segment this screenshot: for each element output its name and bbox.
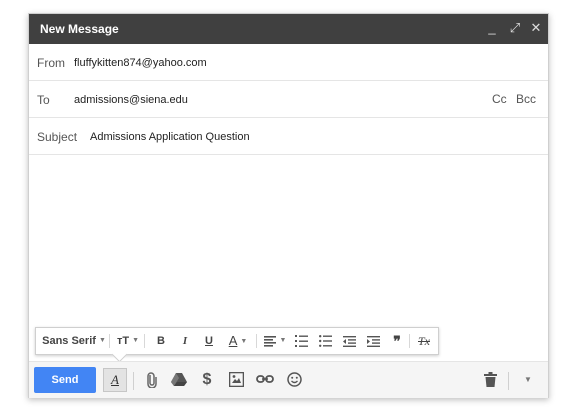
formatting-options-button[interactable]: A [103, 368, 127, 392]
to-label: To [37, 93, 50, 107]
dollar-icon: $ [202, 371, 212, 388]
from-label: From [37, 56, 65, 70]
photo-icon [228, 372, 244, 387]
formatting-toolbar: Sans Serif ▼ тT ▼ B I U A ▼ ▼ ❞ Tx [35, 327, 439, 363]
underline-button[interactable]: U [200, 328, 218, 354]
compose-titlebar[interactable]: New Message _ ⤢ ✕ [29, 14, 548, 44]
drive-icon [171, 373, 187, 386]
link-icon [256, 375, 274, 383]
chevron-down-icon: ▼ [240, 338, 248, 346]
insert-drive-file-button[interactable] [169, 369, 189, 391]
toolbar-divider [109, 334, 110, 348]
decrease-indent-button[interactable] [340, 328, 358, 354]
footer-divider [133, 372, 134, 390]
bcc-link[interactable]: Bcc [516, 92, 536, 106]
toolbar-divider [409, 334, 410, 348]
cc-link[interactable]: Cc [492, 92, 507, 106]
message-body[interactable] [29, 155, 548, 327]
insert-photo-button[interactable] [226, 369, 246, 391]
send-money-button[interactable]: $ [197, 369, 217, 391]
send-button[interactable]: Send [34, 367, 96, 393]
from-value[interactable]: fluffykitten874@yahoo.com [74, 57, 207, 69]
minimize-button[interactable]: _ [484, 19, 500, 37]
numbered-list-button[interactable] [292, 328, 310, 354]
trash-icon [483, 372, 497, 387]
compose-title: New Message [40, 22, 119, 36]
bulleted-list-icon [318, 335, 332, 348]
smiley-icon [286, 372, 302, 387]
indent-more-icon [366, 335, 380, 347]
popout-button[interactable]: ⤢ [507, 19, 523, 37]
paperclip-icon [147, 372, 157, 388]
toolbar-divider [256, 334, 257, 348]
subject-row[interactable]: Subject Admissions Application Question [29, 118, 548, 155]
attach-file-button[interactable] [142, 369, 162, 391]
chevron-down-icon: ▼ [524, 375, 532, 384]
subject-value[interactable]: Admissions Application Question [90, 131, 250, 143]
discard-draft-button[interactable] [480, 369, 500, 391]
cc-bcc-links: Cc Bcc [486, 92, 536, 106]
align-left-icon [263, 335, 276, 347]
align-select[interactable]: ▼ [261, 328, 289, 354]
chevron-down-icon: ▼ [132, 337, 140, 345]
to-value[interactable]: admissions@siena.edu [74, 94, 188, 106]
subject-label: Subject [37, 130, 78, 144]
remove-formatting-button[interactable]: Tx [414, 328, 434, 354]
to-row[interactable]: To admissions@siena.edu Cc Bcc [29, 81, 548, 118]
toolbar-divider [144, 334, 145, 348]
text-color-select[interactable]: A ▼ [224, 328, 252, 354]
italic-button[interactable]: I [176, 328, 194, 354]
chevron-down-icon: ▼ [279, 337, 287, 345]
increase-indent-button[interactable] [364, 328, 382, 354]
footer-divider [508, 372, 509, 390]
close-button[interactable]: ✕ [528, 19, 544, 37]
numbered-list-icon [294, 335, 308, 348]
more-options-button[interactable]: ▼ [518, 369, 538, 391]
bold-button[interactable]: B [152, 328, 170, 354]
from-row[interactable]: From fluffykitten874@yahoo.com [29, 44, 548, 81]
insert-emoji-button[interactable] [284, 369, 304, 391]
compose-footer: Send A $ ▼ [29, 361, 548, 398]
quote-button[interactable]: ❞ [388, 328, 406, 354]
bulleted-list-button[interactable] [316, 328, 334, 354]
compose-window: New Message _ ⤢ ✕ From fluffykitten874@y… [28, 13, 549, 398]
font-family-select[interactable]: Sans Serif ▼ [42, 328, 106, 354]
chevron-down-icon: ▼ [98, 337, 106, 345]
indent-less-icon [342, 335, 356, 347]
insert-link-button[interactable] [255, 369, 275, 391]
